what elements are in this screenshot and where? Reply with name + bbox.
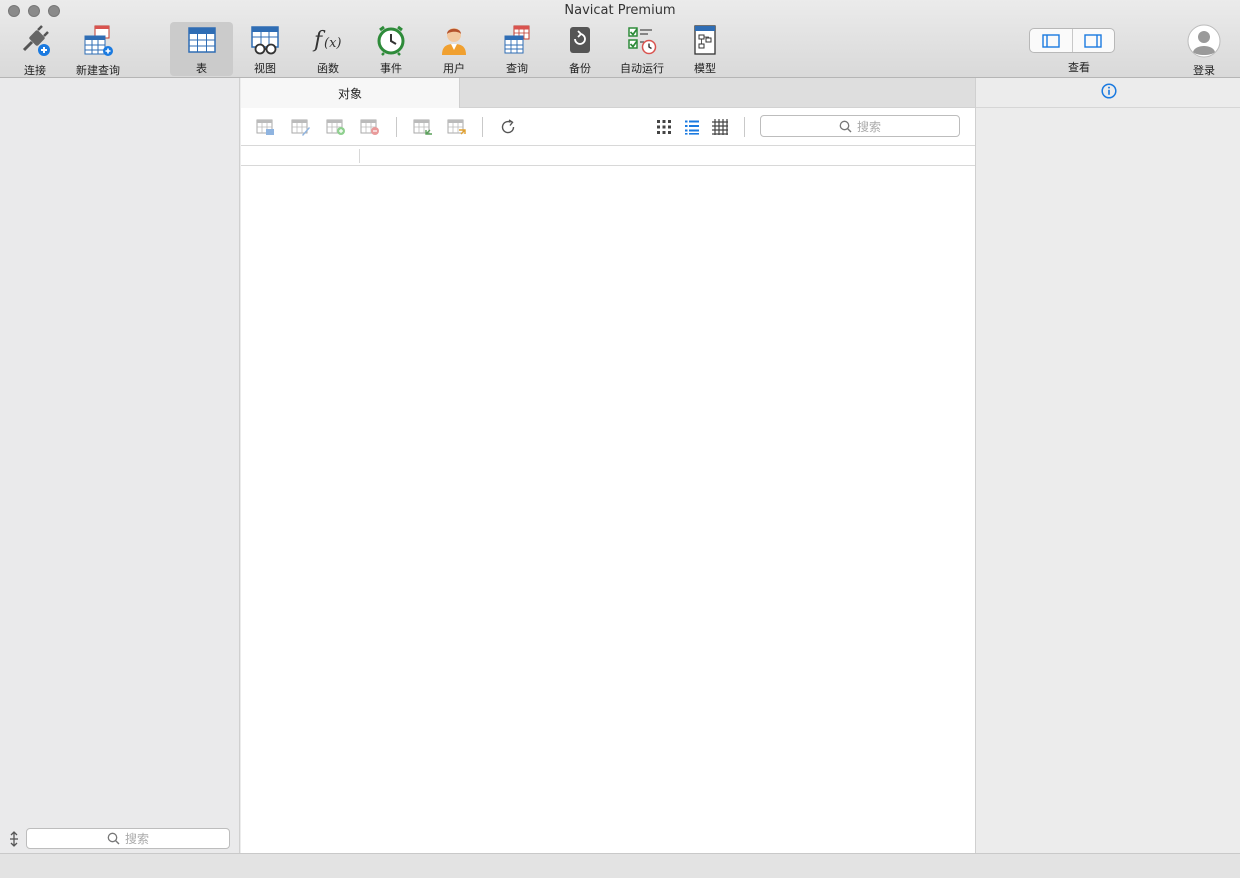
design-table-button[interactable] [291, 118, 311, 136]
import-icon [413, 119, 432, 135]
toolbar-automation-label: 自动运行 [620, 62, 664, 75]
right-panel-icon [1084, 33, 1102, 48]
toolbar-function-button[interactable]: f (x) 函数 [306, 22, 350, 76]
toolbar-table-button[interactable]: 表 [170, 22, 233, 76]
sidebar-search-placeholder: 搜索 [124, 832, 149, 846]
tab-bar: 对象 [241, 78, 975, 108]
automation-icon [625, 24, 659, 56]
grid-view-button[interactable] [655, 118, 675, 136]
table-icon [185, 24, 219, 56]
open-table-button[interactable] [256, 118, 276, 136]
toolbar-login-label: 登录 [1193, 64, 1215, 77]
delete-table-icon [360, 119, 379, 135]
open-table-icon [256, 119, 274, 135]
svg-text:(x): (x) [324, 36, 341, 51]
sort-icon[interactable] [8, 831, 20, 847]
toolbar-table-label: 表 [196, 62, 207, 75]
info-panel-header [976, 78, 1240, 108]
toolbar-query-button[interactable]: 查询 [495, 22, 539, 76]
toolbar-query-label: 查询 [506, 62, 528, 75]
view-toggle-segmented [1029, 28, 1115, 53]
toolbar-model-label: 模型 [694, 62, 716, 75]
view-label: 查看 [1068, 61, 1090, 74]
connection-sidebar [0, 78, 240, 853]
sidebar-search-input[interactable]: 搜索 [26, 828, 230, 849]
grid-view-icon [657, 120, 671, 134]
refresh-button[interactable] [499, 118, 519, 136]
search-icon [107, 832, 120, 845]
toolbar-event-label: 事件 [380, 62, 402, 75]
toolbar-backup-label: 备份 [569, 62, 591, 75]
new-query-icon [81, 24, 115, 58]
object-search-placeholder: 搜索 [856, 119, 881, 134]
column-divider[interactable] [359, 149, 360, 163]
toolbar-connection-button[interactable]: 连接 [10, 22, 60, 77]
window-titlebar: Navicat Premium 连接 新建查询 表 视图 f (x) 函数 事件… [0, 0, 1240, 78]
list-view-icon [685, 120, 699, 135]
detail-view-button[interactable] [711, 118, 731, 136]
toolbar-view-button[interactable]: 视图 [243, 22, 287, 76]
toolbar-separator [396, 117, 397, 137]
toolbar-login-button[interactable]: 登录 [1182, 22, 1226, 77]
toolbar-backup-button[interactable]: 备份 [558, 22, 602, 76]
left-sidebar-icon [1042, 33, 1060, 48]
tab-objects[interactable]: 对象 [241, 78, 460, 108]
main-panel: 对象 [241, 78, 975, 853]
toolbar-new-query-label: 新建查询 [76, 64, 120, 77]
new-table-button[interactable] [326, 118, 346, 136]
toolbar-event-button[interactable]: 事件 [369, 22, 413, 76]
design-table-icon [291, 119, 310, 136]
tab-objects-label: 对象 [337, 86, 362, 101]
user-icon [437, 24, 471, 56]
toggle-left-sidebar-button[interactable] [1030, 29, 1073, 52]
toolbar-separator [744, 117, 745, 137]
view-icon [248, 24, 282, 56]
toolbar-connection-label: 连接 [24, 64, 46, 77]
toolbar-user-label: 用户 [443, 62, 465, 75]
event-clock-icon [374, 24, 408, 56]
toolbar-function-label: 函数 [317, 62, 339, 75]
toolbar-separator [482, 117, 483, 137]
detail-view-icon [712, 119, 728, 135]
function-icon: f (x) [311, 24, 345, 56]
model-icon [688, 24, 722, 56]
refresh-icon [501, 119, 515, 134]
info-panel [975, 78, 1240, 853]
export-icon [447, 119, 466, 135]
toolbar-view-label: 视图 [254, 62, 276, 75]
info-icon [1100, 82, 1117, 99]
toolbar-model-button[interactable]: 模型 [683, 22, 727, 76]
add-table-icon [326, 119, 345, 135]
list-view-button[interactable] [683, 118, 703, 136]
toggle-right-panel-button[interactable] [1073, 29, 1115, 52]
toolbar-new-query-button[interactable]: 新建查询 [70, 22, 126, 77]
object-search-input[interactable]: 搜索 [760, 115, 960, 137]
avatar-icon [1187, 24, 1221, 58]
connection-plug-icon [18, 24, 52, 58]
status-bar [0, 853, 1240, 878]
window-title: Navicat Premium [564, 3, 676, 18]
toolbar-user-button[interactable]: 用户 [432, 22, 476, 76]
query-icon [500, 24, 534, 56]
import-wizard-button[interactable] [413, 118, 433, 136]
info-tab-button[interactable] [1100, 82, 1117, 103]
export-wizard-button[interactable] [447, 118, 467, 136]
backup-icon [563, 24, 597, 56]
toolbar-automation-button[interactable]: 自动运行 [615, 22, 669, 76]
delete-table-button[interactable] [360, 118, 380, 136]
object-list-header [241, 145, 975, 166]
search-icon [839, 120, 852, 132]
